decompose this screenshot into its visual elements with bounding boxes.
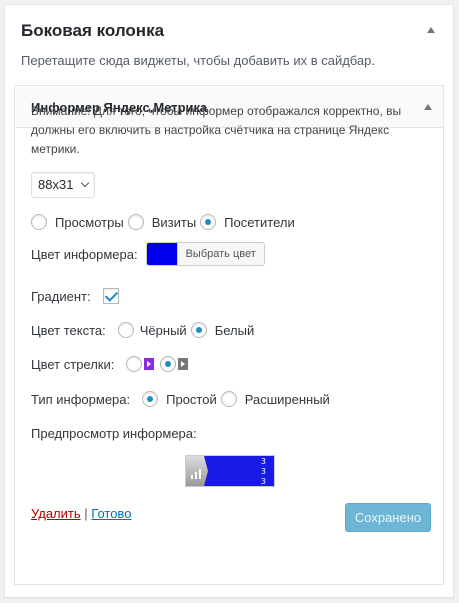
radio-type-simple-label: Простой bbox=[166, 391, 217, 407]
choose-color-button[interactable]: Выбрать цвет bbox=[176, 243, 264, 265]
radio-visits-label: Визиты bbox=[151, 214, 197, 230]
footer-separator: | bbox=[84, 506, 88, 521]
data-type-group: Просмотры Визиты Посетители bbox=[31, 214, 295, 230]
radio-text-white[interactable] bbox=[190, 322, 207, 338]
text-color-label: Цвет текста: bbox=[31, 322, 106, 338]
collapse-arrow-icon[interactable] bbox=[424, 104, 432, 110]
arrow-color-label: Цвет стрелки: bbox=[31, 356, 115, 372]
delete-link[interactable]: Удалить bbox=[31, 506, 81, 521]
informer-color-row: Цвет информера: Выбрать цвет bbox=[31, 242, 265, 266]
widget-footer-links: Удалить | Готово bbox=[31, 506, 131, 521]
gradient-row: Градиент: bbox=[31, 288, 119, 304]
gradient-checkbox[interactable] bbox=[102, 288, 119, 304]
sidebar-header[interactable]: Боковая колонка bbox=[5, 5, 453, 51]
preview-line-visitors: 3 bbox=[260, 477, 266, 486]
radio-visits[interactable] bbox=[127, 214, 144, 230]
sidebar-panel: Боковая колонка Перетащите сюда виджеты,… bbox=[4, 4, 454, 598]
radio-visitors-label: Посетители bbox=[224, 214, 295, 230]
radio-arrow-gray[interactable] bbox=[160, 356, 177, 372]
size-select-value: 88x31 bbox=[38, 177, 74, 192]
collapse-arrow-icon[interactable] bbox=[427, 27, 435, 33]
informer-type-label: Тип информера: bbox=[31, 391, 131, 407]
sidebar-title: Боковая колонка bbox=[21, 21, 165, 40]
radio-views[interactable] bbox=[31, 214, 47, 230]
widget-yandex-metrika: Информер Яндекс.Метрика Внимание! Для то… bbox=[14, 85, 444, 585]
radio-visitors[interactable] bbox=[200, 214, 217, 230]
informer-preview: 3 3 3 bbox=[185, 455, 275, 487]
color-swatch[interactable] bbox=[146, 243, 177, 265]
sidebar-description: Перетащите сюда виджеты, чтобы добавить … bbox=[21, 53, 376, 68]
chevron-down-icon bbox=[80, 178, 90, 188]
radio-views-label: Просмотры bbox=[55, 214, 124, 230]
gray-arrow-icon bbox=[178, 358, 189, 370]
radio-type-extended-label: Расширенный bbox=[244, 391, 330, 407]
radio-text-black[interactable] bbox=[117, 322, 134, 338]
purple-arrow-icon bbox=[144, 358, 155, 370]
done-link[interactable]: Готово bbox=[91, 506, 131, 521]
size-select[interactable]: 88x31 bbox=[31, 172, 95, 198]
widget-notice: Внимание! Для того, чтобы информер отобр… bbox=[31, 104, 402, 156]
radio-text-black-label: Чёрный bbox=[139, 322, 187, 338]
arrow-color-row: Цвет стрелки: bbox=[31, 356, 189, 372]
informer-color-label: Цвет информера: bbox=[31, 246, 138, 262]
informer-type-row: Тип информера: Простой Расширенный bbox=[31, 391, 330, 407]
color-picker[interactable]: Выбрать цвет bbox=[145, 242, 265, 266]
preview-line-visits: 3 bbox=[260, 467, 266, 476]
saved-button[interactable]: Сохранено bbox=[345, 503, 431, 532]
preview-line-views: 3 bbox=[260, 457, 266, 466]
text-color-row: Цвет текста: Чёрный Белый bbox=[31, 322, 254, 338]
preview-label: Предпросмотр информера: bbox=[31, 426, 197, 441]
radio-text-white-label: Белый bbox=[214, 322, 255, 338]
gradient-label: Градиент: bbox=[31, 288, 91, 304]
radio-arrow-purple[interactable] bbox=[126, 356, 143, 372]
metrika-logo-icon bbox=[186, 456, 210, 486]
radio-type-extended[interactable] bbox=[220, 391, 237, 407]
radio-type-simple[interactable] bbox=[142, 391, 159, 407]
